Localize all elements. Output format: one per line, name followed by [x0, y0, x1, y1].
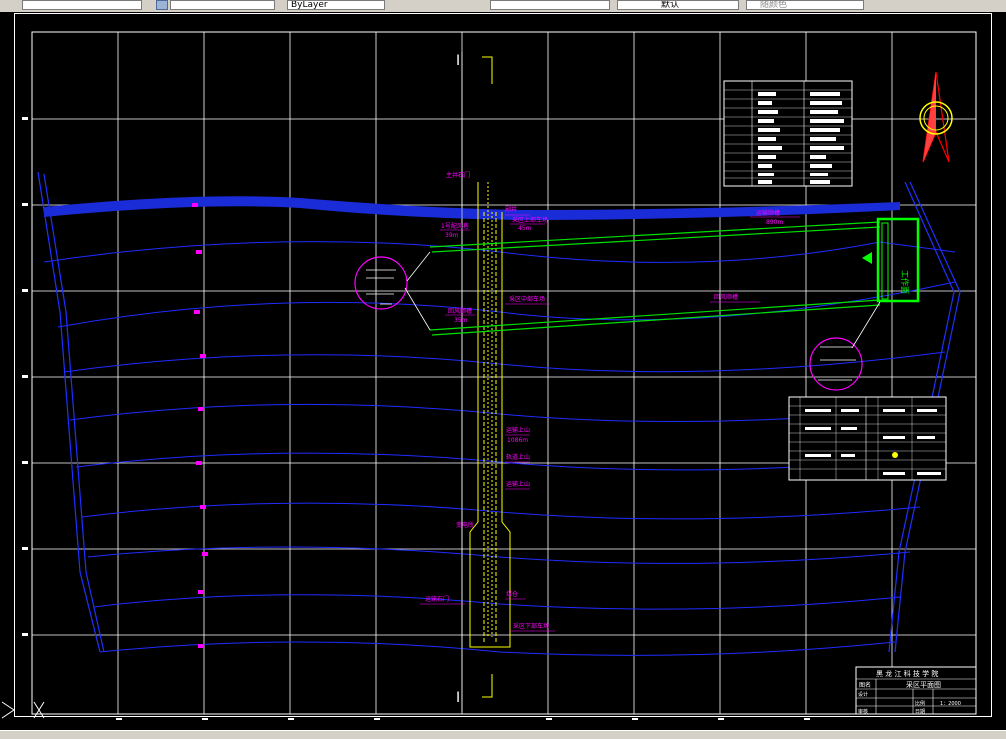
plotstyle-select[interactable]: 随颜色 — [746, 0, 864, 10]
label-return-lane-left: 回风顺槽 — [448, 307, 472, 315]
working-face — [876, 217, 920, 303]
label-return-lane-right: 回风顺槽 — [714, 293, 738, 301]
label-35m: 35m — [454, 317, 468, 324]
title-drawing-name: 采区平面图 — [906, 680, 941, 689]
label-main-crosscut: 主井石门 — [446, 171, 470, 179]
cad-drawing: I I 工作面 主井石门 副井 1号配风巷 39m 采区上部车场 45m 运输顺… — [1, 31, 977, 720]
label-transport-lane: 运输顺槽 — [756, 209, 780, 217]
layer-combo[interactable] — [170, 0, 275, 10]
color-combo[interactable] — [22, 0, 142, 10]
label-45m: 45m — [518, 225, 532, 232]
legend-table — [788, 396, 947, 481]
linetype-combo-label: ByLayer — [291, 0, 328, 10]
section-mark-bottom: I — [456, 690, 460, 706]
label-upper-yard: 采区上部车场 — [512, 216, 548, 224]
label-transport-crosscut: 运输石门 — [425, 595, 449, 603]
label-coal-bunker: 煤仓 — [506, 590, 518, 598]
plotstyle-label: 随颜色 — [760, 0, 788, 10]
lineweight-label: 默认 — [661, 0, 680, 10]
title-school: 黑 龙 江 科 技 学 院 — [876, 669, 938, 678]
label-track-uphill: 轨道上山 — [506, 453, 530, 461]
equipment-table — [723, 80, 853, 187]
detail-circle-left — [354, 256, 408, 310]
plotstyle-combo[interactable]: 默认 — [617, 0, 739, 10]
roadways — [429, 221, 881, 336]
roadway-labels: 主井石门 副井 1号配风巷 39m 采区上部车场 45m 运输顺槽 回风顺槽 3… — [425, 171, 783, 630]
label-middle-yard: 采区中部车场 — [509, 295, 545, 303]
title-date-label: 日期 — [915, 709, 925, 715]
title-review-label: 审核 — [858, 708, 868, 715]
title-block: 黑 龙 江 科 技 学 院 图名 采区平面图 设计 比例 1：2000 日期 审… — [855, 666, 977, 715]
label-working-face: 工作面 — [900, 270, 910, 294]
label-aux-shaft: 副井 — [505, 205, 517, 213]
lineweight-combo[interactable] — [490, 0, 610, 10]
label-890m: 890m — [766, 219, 783, 226]
title-name-label: 图名 — [859, 681, 871, 689]
label-lower-yard: 采区下部车场 — [513, 622, 549, 630]
ucs-icon — [1, 701, 45, 719]
title-design-label: 设计 — [858, 691, 868, 698]
title-scale-label: 比例 — [915, 700, 925, 707]
label-air-lane: 1号配风巷 — [441, 222, 469, 230]
label-transport-uphill-2: 运输上山 — [506, 480, 530, 488]
label-39m: 39m — [445, 232, 459, 239]
label-transport-uphill-1: 运输上山 — [506, 426, 530, 434]
north-arrow-icon — [919, 71, 953, 163]
layer-icon[interactable] — [156, 0, 168, 10]
title-scale-value: 1：2000 — [940, 701, 961, 707]
label-substation: 变电所 — [456, 521, 474, 529]
drawing-canvas[interactable]: I I 工作面 主井石门 副井 1号配风巷 39m 采区上部车场 45m 运输顺… — [0, 12, 1006, 732]
linetype-combo[interactable]: ByLayer — [287, 0, 385, 10]
label-1086m: 1086m — [507, 437, 528, 444]
section-mark-top: I — [456, 53, 460, 69]
